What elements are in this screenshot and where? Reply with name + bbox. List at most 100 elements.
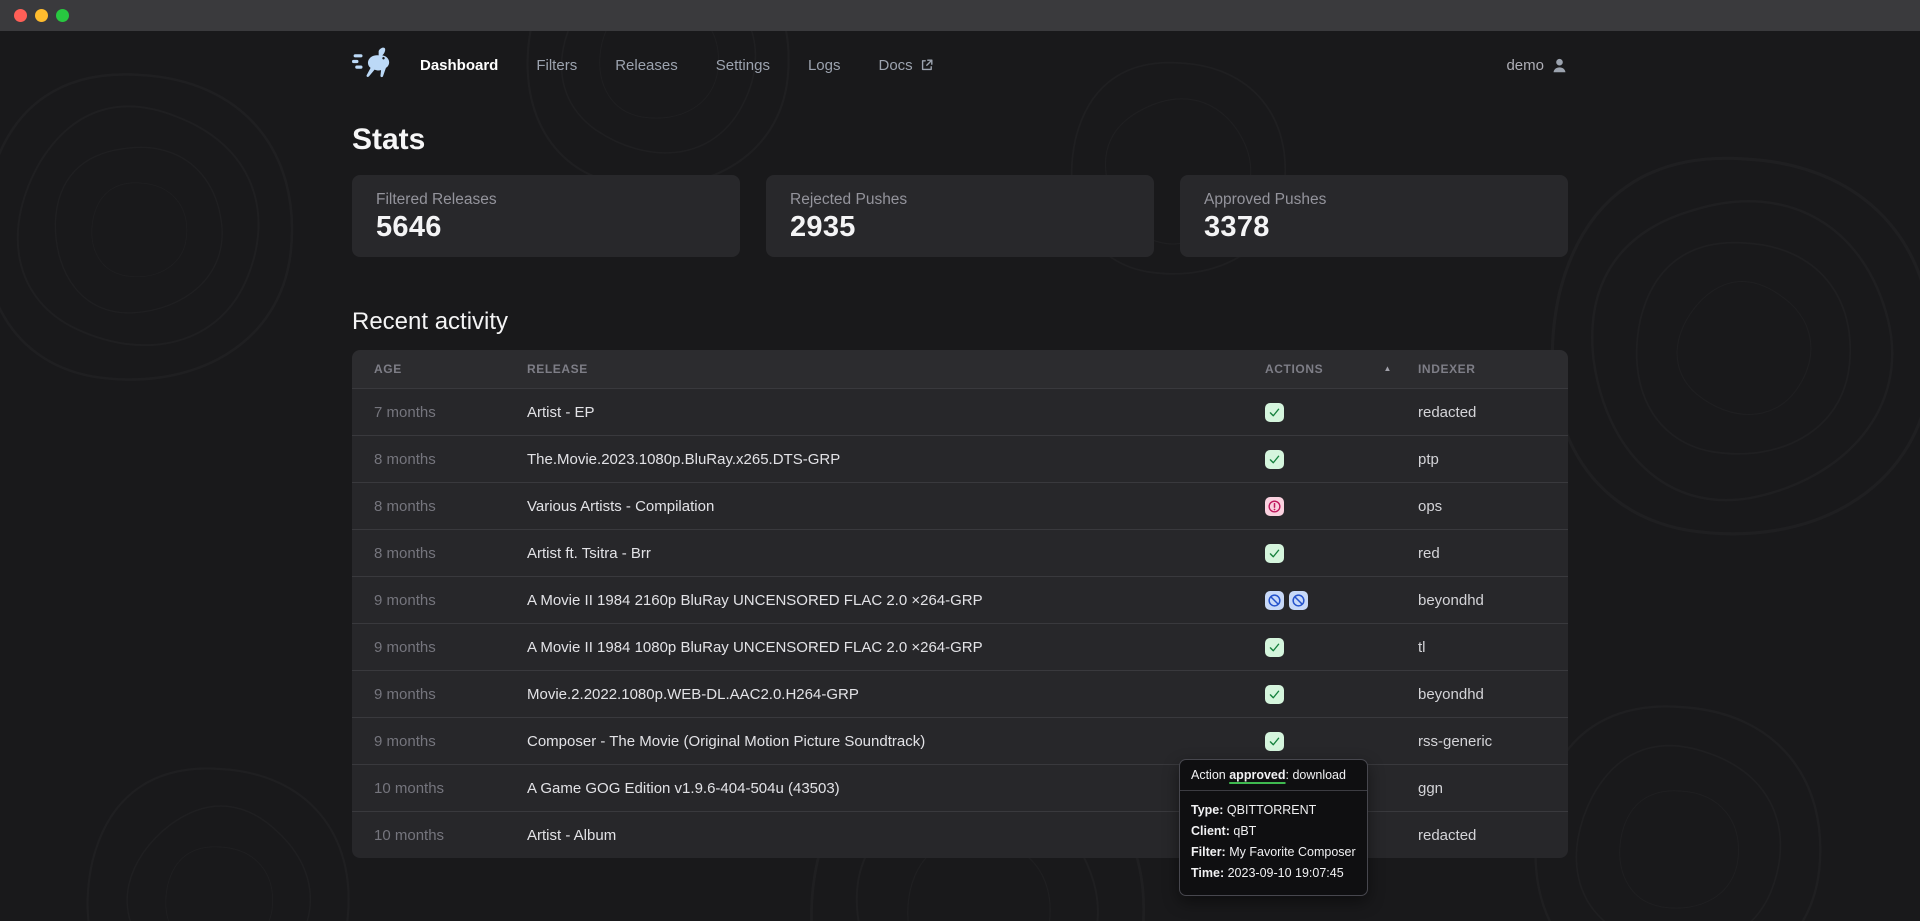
age-cell: 9 months — [374, 639, 527, 656]
tooltip-field-value: 2023-09-10 19:07:45 — [1228, 866, 1344, 880]
release-cell: The.Movie.2023.1080p.BluRay.x265.DTS-GRP — [527, 451, 1265, 468]
nav-item-logs[interactable]: Logs — [808, 57, 841, 74]
external-link-icon — [920, 58, 934, 72]
table-row: 8 months Artist ft. Tsitra - Brr red — [352, 529, 1568, 576]
tooltip-field-value: qBT — [1233, 824, 1256, 838]
tooltip-action-rest: : download — [1286, 768, 1346, 782]
main-navigation: Dashboard Filters Releases Settings Logs… — [352, 31, 1568, 99]
indexer-cell: red — [1418, 545, 1546, 562]
age-cell: 8 months — [374, 498, 527, 515]
indexer-cell: ptp — [1418, 451, 1546, 468]
release-cell: Various Artists - Compilation — [527, 498, 1265, 515]
approved-check-icon[interactable] — [1265, 638, 1284, 657]
age-cell: 9 months — [374, 686, 527, 703]
indexer-cell: tl — [1418, 639, 1546, 656]
column-header-actions[interactable]: ACTIONS ▲ — [1265, 362, 1418, 376]
approved-check-icon[interactable] — [1265, 685, 1284, 704]
sort-ascending-icon[interactable]: ▲ — [1383, 365, 1392, 373]
indexer-cell: rss-generic — [1418, 733, 1546, 750]
tooltip-header: Action approved: download — [1180, 760, 1367, 791]
tooltip-action-prefix: Action — [1191, 768, 1226, 782]
approved-check-icon[interactable] — [1265, 450, 1284, 469]
nav-links: Dashboard Filters Releases Settings Logs… — [420, 57, 934, 74]
nav-item-releases[interactable]: Releases — [615, 57, 678, 74]
recent-activity-table: AGE RELEASE ACTIONS ▲ INDEXER 7 months A… — [352, 350, 1568, 858]
actions-cell — [1265, 497, 1418, 516]
tooltip-field-label: Time: — [1191, 866, 1224, 880]
tooltip-action-status: approved — [1229, 768, 1285, 782]
nav-item-settings[interactable]: Settings — [716, 57, 770, 74]
nav-label-logs: Logs — [808, 57, 841, 74]
column-header-indexer[interactable]: INDEXER — [1418, 362, 1546, 376]
macos-titlebar — [0, 0, 1920, 31]
tooltip-field-label: Filter: — [1191, 845, 1226, 859]
action-tooltip: Action approved: download Type: QBITTORR… — [1179, 759, 1368, 896]
release-cell: Movie.2.2022.1080p.WEB-DL.AAC2.0.H264-GR… — [527, 686, 1265, 703]
table-row: 10 months A Game GOG Edition v1.9.6-404-… — [352, 764, 1568, 811]
age-cell: 8 months — [374, 451, 527, 468]
stat-card-approved-pushes: Approved Pushes 3378 — [1180, 175, 1568, 257]
actions-cell — [1265, 544, 1418, 563]
table-row: 9 months A Movie II 1984 2160p BluRay UN… — [352, 576, 1568, 623]
age-cell: 9 months — [374, 733, 527, 750]
stat-label: Filtered Releases — [376, 191, 716, 209]
column-header-release[interactable]: RELEASE — [527, 362, 1265, 376]
actions-cell — [1265, 403, 1418, 422]
table-row: 8 months Various Artists - Compilation o… — [352, 482, 1568, 529]
nav-label-dashboard: Dashboard — [420, 57, 498, 74]
nav-item-filters[interactable]: Filters — [536, 57, 577, 74]
release-cell: Artist - EP — [527, 404, 1265, 421]
stat-value: 3378 — [1204, 211, 1544, 244]
minimize-window-button[interactable] — [35, 9, 48, 22]
release-cell: Composer - The Movie (Original Motion Pi… — [527, 733, 1265, 750]
approved-check-icon[interactable] — [1265, 544, 1284, 563]
stat-value: 2935 — [790, 211, 1130, 244]
release-cell: A Movie II 1984 2160p BluRay UNCENSORED … — [527, 592, 1265, 609]
indexer-cell: beyondhd — [1418, 592, 1546, 609]
indexer-cell: redacted — [1418, 404, 1546, 421]
age-cell: 9 months — [374, 592, 527, 609]
age-cell: 10 months — [374, 827, 527, 844]
blocked-icon[interactable] — [1265, 591, 1284, 610]
release-cell: Artist ft. Tsitra - Brr — [527, 545, 1265, 562]
fullscreen-window-button[interactable] — [56, 9, 69, 22]
table-row: 9 months Composer - The Movie (Original … — [352, 717, 1568, 764]
tooltip-body: Type: QBITTORRENT Client: qBT Filter: My… — [1180, 791, 1367, 895]
column-header-age[interactable]: AGE — [374, 362, 527, 376]
blocked-icon[interactable] — [1289, 591, 1308, 610]
release-cell: A Movie II 1984 1080p BluRay UNCENSORED … — [527, 639, 1265, 656]
autobrr-logo[interactable] — [352, 46, 394, 85]
indexer-cell: ops — [1418, 498, 1546, 515]
age-cell: 7 months — [374, 404, 527, 421]
table-row: 7 months Artist - EP redacted — [352, 388, 1568, 435]
release-cell: Artist - Album — [527, 827, 1265, 844]
table-row: 9 months Movie.2.2022.1080p.WEB-DL.AAC2.… — [352, 670, 1568, 717]
stat-card-filtered-releases: Filtered Releases 5646 — [352, 175, 740, 257]
approved-check-icon[interactable] — [1265, 732, 1284, 751]
tooltip-field-value: QBITTORRENT — [1227, 803, 1316, 817]
approved-check-icon[interactable] — [1265, 403, 1284, 422]
user-icon — [1551, 57, 1568, 74]
actions-header-label: ACTIONS — [1265, 362, 1323, 376]
table-row: 9 months A Movie II 1984 1080p BluRay UN… — [352, 623, 1568, 670]
user-menu[interactable]: demo — [1506, 57, 1568, 74]
nav-item-docs[interactable]: Docs — [878, 57, 933, 74]
nav-item-dashboard[interactable]: Dashboard — [420, 57, 498, 74]
actions-cell — [1265, 638, 1418, 657]
age-cell: 8 months — [374, 545, 527, 562]
stat-label: Rejected Pushes — [790, 191, 1130, 209]
tooltip-field-label: Client: — [1191, 824, 1230, 838]
tooltip-field-label: Type: — [1191, 803, 1223, 817]
tooltip-field-type: Type: QBITTORRENT — [1191, 802, 1356, 819]
stat-card-rejected-pushes: Rejected Pushes 2935 — [766, 175, 1154, 257]
recent-activity-heading: Recent activity — [352, 307, 1568, 336]
rejected-alert-icon[interactable] — [1265, 497, 1284, 516]
nav-label-releases: Releases — [615, 57, 678, 74]
nav-label-settings: Settings — [716, 57, 770, 74]
actions-cell — [1265, 591, 1418, 610]
close-window-button[interactable] — [14, 9, 27, 22]
actions-cell — [1265, 685, 1418, 704]
indexer-cell: redacted — [1418, 827, 1546, 844]
table-header-row: AGE RELEASE ACTIONS ▲ INDEXER — [352, 350, 1568, 388]
tooltip-field-time: Time: 2023-09-10 19:07:45 — [1191, 865, 1356, 882]
